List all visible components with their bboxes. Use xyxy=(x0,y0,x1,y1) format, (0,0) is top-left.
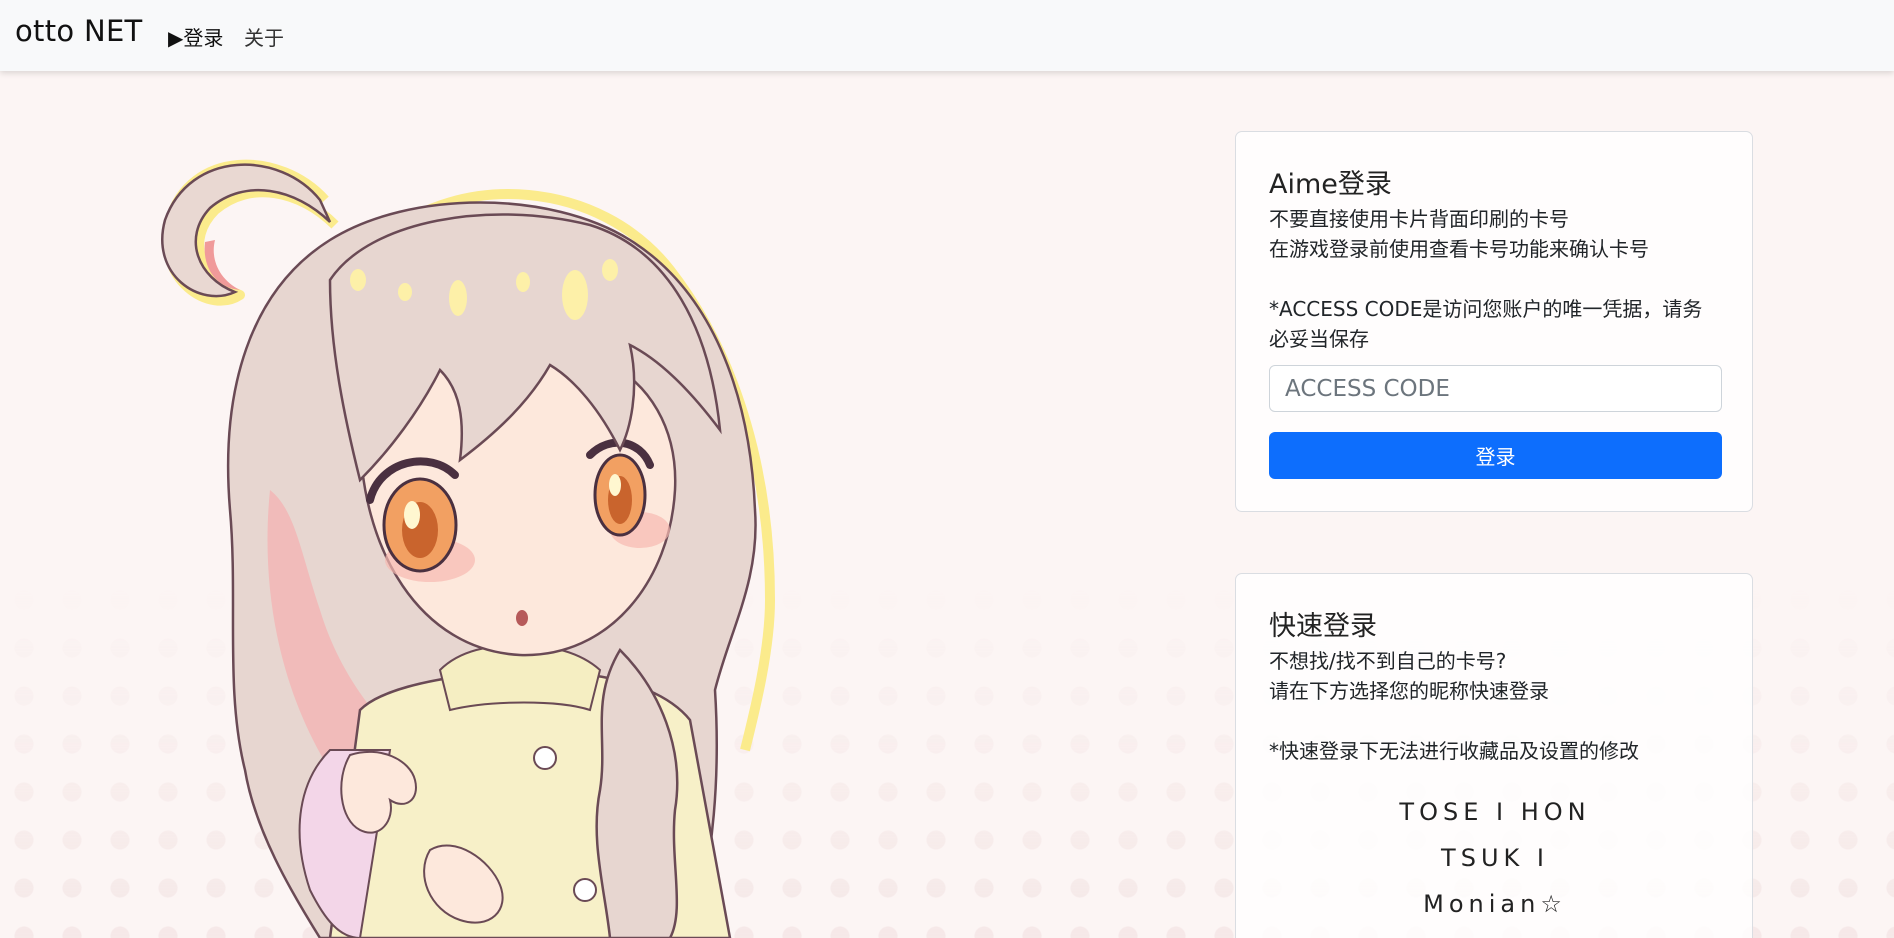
aime-instruction-2: 在游戏登录前使用查看卡号功能来确认卡号 xyxy=(1269,237,1649,261)
dress-button xyxy=(533,746,557,770)
login-button[interactable]: 登录 xyxy=(1269,432,1722,479)
aime-instruction-1: 不要直接使用卡片背面印刷的卡号 xyxy=(1269,207,1569,231)
nav-link-about[interactable]: 关于 xyxy=(244,22,284,51)
mouth xyxy=(516,610,528,626)
aime-login-title: Aime登录 xyxy=(1269,169,1392,200)
aime-login-card: Aime登录 不要直接使用卡片背面印刷的卡号 在游戏登录前使用查看卡号功能来确认… xyxy=(1235,131,1753,512)
nickname-item[interactable]: Monian☆ xyxy=(1236,881,1754,927)
quick-login-card: 快速登录 不想找/找不到自己的卡号? 请在下方选择您的昵称快速登录 *快速登录下… xyxy=(1235,573,1753,938)
nickname-item[interactable]: TSUK I xyxy=(1236,835,1754,881)
nickname-list: TOSE I HON TSUK I Monian☆ xyxy=(1236,789,1754,927)
aime-access-code-note: *ACCESS CODE是访问您账户的唯一凭据，请务必妥当保存 xyxy=(1269,297,1703,351)
dress-button xyxy=(573,878,597,902)
quick-instruction-2: 请在下方选择您的昵称快速登录 xyxy=(1269,679,1549,703)
brand-logo[interactable]: otto NET xyxy=(15,14,143,48)
nav-link-login[interactable]: ▶登录 xyxy=(168,22,223,51)
nickname-item[interactable]: TOSE I HON xyxy=(1236,789,1754,835)
character-illustration xyxy=(161,159,775,938)
quick-login-title: 快速登录 xyxy=(1269,611,1377,642)
quick-instruction-1: 不想找/找不到自己的卡号? xyxy=(1269,649,1507,673)
access-code-input[interactable] xyxy=(1269,365,1722,412)
top-navbar: otto NET ▶登录 关于 xyxy=(0,0,1894,71)
quick-login-note: *快速登录下无法进行收藏品及设置的修改 xyxy=(1269,739,1639,763)
